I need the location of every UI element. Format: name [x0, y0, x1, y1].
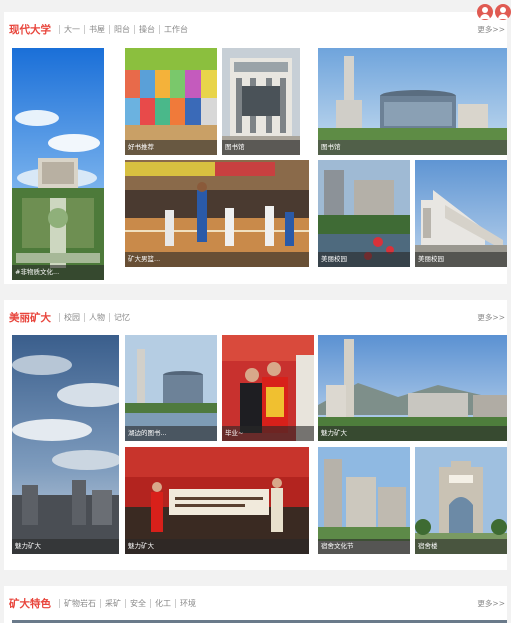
more-link[interactable]: 更多>> — [477, 598, 505, 609]
section-cumt-featured: 矿大特色 矿物岩石 采矿 安全 化工 环境 更多>> — [4, 586, 507, 623]
photo-tile[interactable]: 宿舍文化节 — [318, 447, 410, 554]
tab-item[interactable]: 环境 — [175, 598, 200, 608]
tab-item[interactable]: 采矿 — [100, 598, 125, 608]
tile-caption: 湖边的图书... — [125, 426, 217, 441]
photo-tile[interactable]: 魅力矿大 — [125, 447, 309, 554]
campus-aerial-image — [12, 48, 104, 280]
tab-item[interactable]: 阳台 — [109, 24, 134, 34]
photo-tile[interactable]: 图书馆 — [222, 48, 300, 155]
tab-item[interactable]: 操台 — [134, 24, 159, 34]
tile-caption: 好书推荐 — [125, 140, 217, 155]
tile-caption: 魅力矿大 — [125, 539, 309, 554]
tile-caption: 矿大男篮... — [125, 252, 309, 267]
photo-tile[interactable]: 美丽校园 — [415, 160, 507, 267]
white-building-image — [415, 160, 507, 267]
photo-tile[interactable]: 美丽校园 — [318, 160, 410, 267]
tab-item[interactable]: 人物 — [84, 312, 109, 322]
photo-tile[interactable]: #非物质文化... — [12, 48, 104, 280]
dorm-festival-image — [125, 447, 309, 554]
tile-caption: 图书馆 — [318, 140, 507, 155]
more-link[interactable]: 更多>> — [477, 312, 505, 323]
photo-tile[interactable]: 宿舍楼 — [415, 447, 507, 554]
user-icon[interactable] — [495, 4, 511, 20]
section-title: 美丽矿大 — [9, 311, 51, 324]
tab-item[interactable]: 书屋 — [84, 24, 109, 34]
campus-pond-image — [318, 160, 410, 267]
photo-tile[interactable]: 矿大男篮... — [125, 160, 309, 267]
more-link[interactable]: 更多>> — [477, 24, 505, 35]
photo-tile[interactable]: 图书馆 — [318, 48, 507, 155]
tab-item[interactable]: 校园 — [59, 312, 84, 322]
tab-item[interactable]: 安全 — [125, 598, 150, 608]
dorm-building-image — [318, 447, 410, 554]
photo-tile[interactable]: 湖边的图书... — [125, 335, 217, 441]
section-beautiful-campus: 美丽矿大 校园 人物 记忆 更多>> 魅力矿大 湖边的图书... 毕业~ 魅力矿… — [4, 300, 507, 570]
section-header: 现代大学 大一 书屋 阳台 操台 工作台 更多>> — [4, 12, 507, 46]
photo-tile[interactable]: 好书推荐 — [125, 48, 217, 155]
section-header: 美丽矿大 校园 人物 记忆 更多>> — [4, 300, 507, 334]
photo-tile[interactable]: 魅力矿大 — [12, 335, 119, 554]
tab-item[interactable]: 矿物岩石 — [59, 598, 100, 608]
tile-caption: 图书馆 — [222, 140, 300, 155]
school-gate-image — [415, 447, 507, 554]
tab-item[interactable]: 记忆 — [109, 312, 134, 322]
cloudy-sky-image — [12, 335, 119, 554]
tab-item[interactable]: 大一 — [59, 24, 84, 34]
user-icon[interactable] — [477, 4, 493, 20]
tile-caption: 魅力矿大 — [318, 426, 507, 441]
tile-caption: 美丽校园 — [318, 252, 410, 267]
photo-tile[interactable]: 毕业~ — [222, 335, 314, 441]
tile-caption: 宿舍文化节 — [318, 539, 410, 554]
section-title: 矿大特色 — [9, 597, 51, 610]
tile-caption: 毕业~ — [222, 426, 314, 441]
basketball-game-image — [125, 160, 309, 267]
book-wall-image — [125, 48, 217, 155]
corner-icons — [477, 4, 511, 20]
photo-tile[interactable]: 魅力矿大 — [318, 335, 507, 441]
section-tabs: 矿物岩石 采矿 安全 化工 环境 — [59, 598, 200, 608]
section-modern-university: 现代大学 大一 书屋 阳台 操台 工作台 更多>> #非物质文化... 好书推荐… — [4, 12, 507, 284]
tile-caption: 魅力矿大 — [12, 539, 119, 554]
library-building-image — [222, 48, 300, 155]
library-tower-image — [318, 48, 507, 155]
section-tabs: 校园 人物 记忆 — [59, 312, 134, 322]
tile-caption: 宿舍楼 — [415, 539, 507, 554]
tile-caption: 美丽校园 — [415, 252, 507, 267]
section-header: 矿大特色 矿物岩石 采矿 安全 化工 环境 更多>> — [4, 586, 507, 620]
section-tabs: 大一 书屋 阳台 操台 工作台 — [59, 24, 192, 34]
tab-item[interactable]: 工作台 — [159, 24, 192, 34]
tab-item[interactable]: 化工 — [150, 598, 175, 608]
tile-caption: #非物质文化... — [12, 265, 104, 280]
section-title: 现代大学 — [9, 23, 51, 36]
